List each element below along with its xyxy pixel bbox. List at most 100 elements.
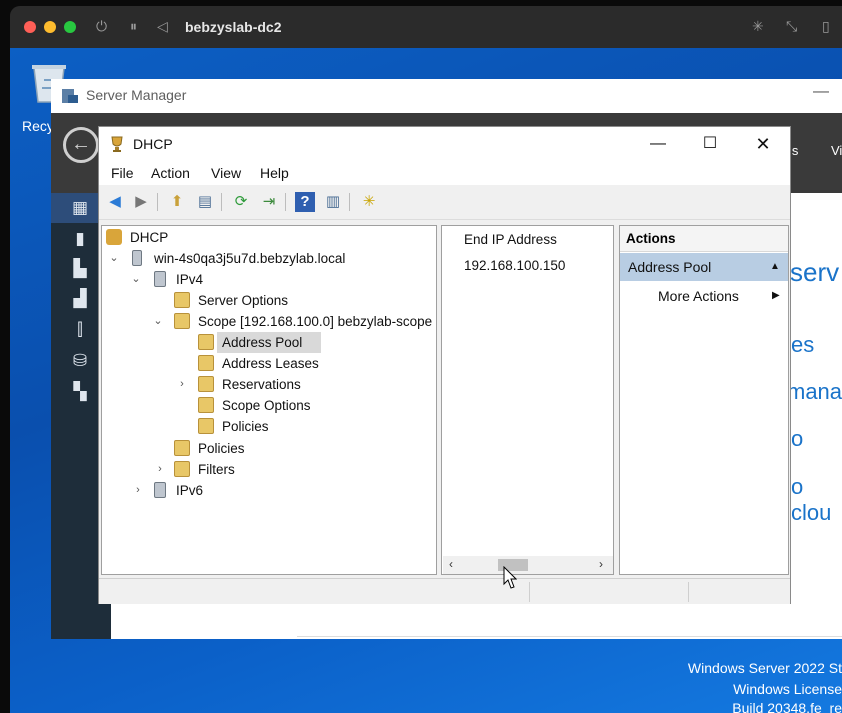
ad-ds-icon[interactable]: ▟ — [69, 289, 91, 309]
dhcp-titlebar: DHCP — ☐ ✕ — [99, 127, 790, 161]
chevron-down-icon[interactable]: ⌄ — [130, 269, 142, 290]
toolbar-separator — [285, 193, 286, 211]
status-separator — [529, 582, 530, 602]
refresh-icon[interactable]: ⟳ — [231, 192, 251, 212]
scroll-left-icon[interactable]: ‹ — [449, 557, 453, 571]
watermark-line2: Windows License — [733, 681, 842, 697]
device-icon[interactable]: ▯ — [822, 18, 830, 35]
tree-label: Address Pool — [222, 335, 303, 350]
chevron-down-icon[interactable]: ⌄ — [152, 311, 164, 332]
menu-help[interactable]: Help — [260, 165, 289, 181]
dhcp-trophy-icon — [111, 136, 123, 152]
power-icon[interactable]: ⏻ — [96, 18, 107, 35]
tree-label: Scope Options — [222, 398, 311, 413]
mouse-cursor-icon — [503, 566, 517, 589]
dashboard-icon[interactable]: ▦ — [69, 198, 91, 218]
tree-label: Reservations — [222, 377, 301, 392]
new-item-star-icon[interactable]: ✳ — [359, 192, 379, 212]
local-server-icon[interactable]: ▮ — [69, 229, 91, 249]
tree-label: Policies — [222, 419, 269, 434]
forward-icon[interactable]: ▶ — [131, 192, 151, 212]
minimize-icon[interactable]: — — [813, 83, 829, 101]
result-list: End IP Address 192.168.100.150 ‹ › — [441, 225, 614, 575]
collapse-up-icon[interactable]: ▲ — [770, 253, 780, 281]
menu-bar: File Action View Help — [99, 161, 790, 185]
status-separator — [688, 582, 689, 602]
filter-icon — [174, 461, 190, 477]
show-action-pane-icon[interactable]: ▥ — [323, 192, 343, 212]
menu-action[interactable]: Action — [151, 165, 190, 181]
policies-icon — [174, 440, 190, 456]
up-folder-icon[interactable]: ⬆ — [167, 192, 187, 212]
file-services-icon[interactable]: ▚ — [69, 382, 91, 402]
pause-icon[interactable]: ⏸ — [130, 18, 137, 35]
remote-title: bebzyslab-dc2 — [185, 19, 282, 35]
submenu-arrow-icon: ▶ — [772, 290, 780, 301]
toolbar-separator — [157, 193, 158, 211]
close-button[interactable]: ✕ — [740, 131, 786, 157]
more-actions-label: More Actions — [658, 288, 739, 304]
tree-label: Scope [192.168.100.0] bebzylab-scope — [198, 314, 433, 329]
back-triangle-icon[interactable]: ◁ — [157, 18, 168, 35]
reservations-icon — [198, 376, 214, 392]
back-arrow-icon[interactable]: ← — [63, 127, 99, 163]
maximize-button[interactable]: ☐ — [687, 131, 733, 157]
address-leases-icon — [198, 355, 214, 371]
minimize-window-dot[interactable] — [44, 21, 56, 33]
chevron-right-icon[interactable]: › — [176, 374, 188, 395]
tree-label: Policies — [198, 441, 245, 456]
horizontal-scrollbar[interactable]: ‹ › — [443, 556, 613, 574]
show-hide-tree-icon[interactable]: ▤ — [195, 192, 215, 212]
zoom-window-dot[interactable] — [64, 21, 76, 33]
menu-view[interactable]: View — [211, 165, 241, 181]
tree-label: Filters — [198, 462, 235, 477]
content-partial-o[interactable]: o — [791, 426, 803, 452]
dhcp-role-icon[interactable]: ⫿ — [69, 320, 91, 340]
recycle-bin-label: Recy — [22, 118, 54, 134]
content-partial-es[interactable]: es — [791, 332, 814, 358]
content-partial-mana[interactable]: mana — [787, 379, 842, 405]
server-manager-title: Server Manager — [86, 87, 187, 103]
minimize-button[interactable]: — — [635, 131, 681, 157]
close-window-dot[interactable] — [24, 21, 36, 33]
policies-icon — [198, 418, 214, 434]
back-icon[interactable]: ◀ — [105, 192, 125, 212]
chevron-right-icon[interactable]: › — [132, 480, 144, 501]
server-icon — [132, 250, 142, 266]
remote-titlebar: ⏻ ⏸ ◁ bebzyslab-dc2 ✳ ⤡ ▯ — [10, 6, 842, 48]
dhcp-title: DHCP — [133, 136, 173, 152]
help-icon[interactable]: ? — [295, 192, 315, 212]
address-pool-icon — [198, 334, 214, 350]
toolbar-separator — [349, 193, 350, 211]
column-header-end-ip[interactable]: End IP Address — [464, 232, 557, 247]
all-servers-icon[interactable]: ▙ — [69, 259, 91, 279]
server-manager-titlebar: Server Manager — — [51, 79, 842, 113]
tree-label: Server Options — [198, 293, 289, 308]
scope-folder-icon — [174, 313, 190, 329]
server-manager-icon — [62, 89, 78, 103]
actions-header: Actions — [620, 226, 788, 252]
menu-file[interactable]: File — [111, 165, 134, 181]
tree-label: win-4s0qa3j5u7d.bebzylab.local — [154, 251, 346, 266]
status-bar — [99, 578, 790, 604]
tree-label: IPv6 — [176, 483, 204, 498]
watermark-line1: Windows Server 2022 St — [687, 660, 842, 676]
more-actions-item[interactable]: More Actions ▶ — [620, 284, 788, 308]
scope-options-icon — [198, 397, 214, 413]
scroll-right-icon[interactable]: › — [599, 557, 603, 571]
export-list-icon[interactable]: ⇥ — [259, 192, 279, 212]
tree-label: Address Leases — [222, 356, 319, 371]
console-tree: DHCP ⌄ win-4s0qa3j5u7d.bebzylab.local ⌄ … — [101, 225, 437, 575]
actions-address-pool[interactable]: Address Pool ▲ — [620, 253, 788, 281]
content-divider — [297, 636, 842, 637]
chevron-down-icon[interactable]: ⌄ — [108, 248, 120, 269]
dns-role-icon[interactable]: ⛁ — [69, 351, 91, 371]
resize-icon[interactable]: ⤡ — [786, 18, 797, 35]
content-partial-clou[interactable]: o clou — [791, 474, 842, 526]
header-partial-view[interactable]: Vi — [831, 143, 842, 158]
dhcp-trophy-icon — [106, 229, 122, 245]
chevron-right-icon[interactable]: › — [154, 459, 166, 480]
actions-pane: Actions Address Pool ▲ More Actions ▶ — [619, 225, 789, 575]
options-folder-icon — [174, 292, 190, 308]
list-row[interactable]: 192.168.100.150 — [464, 258, 565, 273]
